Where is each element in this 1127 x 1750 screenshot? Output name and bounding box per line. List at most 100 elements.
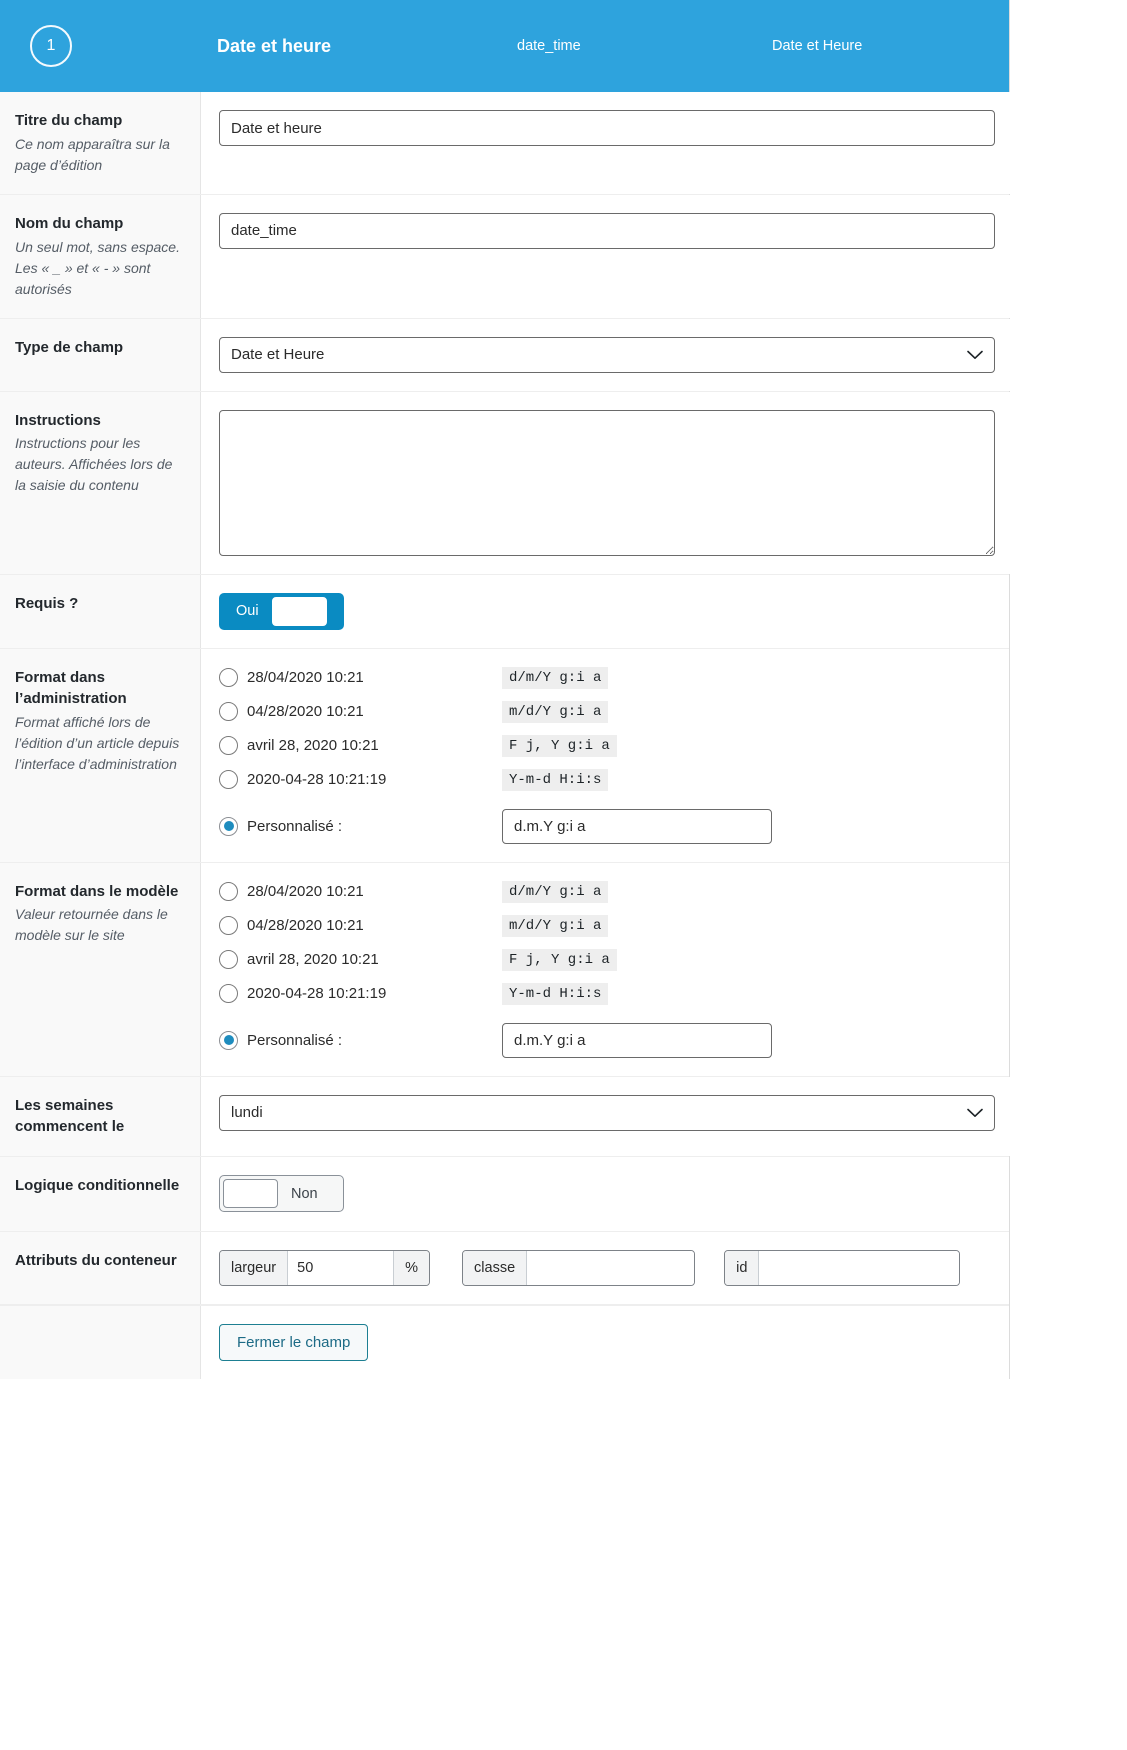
admin-format-description: Format affiché lors de l’édition d’un ar… xyxy=(15,714,180,772)
conditional-logic-toggle-label: Non xyxy=(291,1185,318,1202)
field-footer: Fermer le champ xyxy=(0,1305,1009,1379)
admin-format-radio-group: 28/04/2020 10:21 d/m/Y g:i a 04/28/2020 … xyxy=(219,666,993,844)
label-cell-admin-format: Format dans l’administration Format affi… xyxy=(0,648,201,862)
template-format-option[interactable]: 28/04/2020 10:21 d/m/Y g:i a xyxy=(219,880,993,903)
field-settings-page: 1 Date et heure date_time Date et Heure … xyxy=(0,0,1127,1750)
radio-selected-icon[interactable] xyxy=(219,1030,238,1050)
field-cell-field-type: Date et Heure xyxy=(201,318,1011,391)
admin-format-option[interactable]: avril 28, 2020 10:21 F j, Y g:i a xyxy=(219,734,993,757)
admin-format-custom-label: Personnalisé : xyxy=(247,817,343,835)
week-start-title: Les semaines commencent le xyxy=(15,1096,125,1136)
row-field-type: Type de champ Date et Heure xyxy=(0,318,1011,392)
template-format-option-label: avril 28, 2020 10:21 xyxy=(247,951,379,968)
template-format-option-label: 2020-04-28 10:21:19 xyxy=(247,985,387,1002)
admin-format-option-label: avril 28, 2020 10:21 xyxy=(247,737,379,754)
radio-icon[interactable] xyxy=(219,770,238,789)
required-title: Requis ? xyxy=(15,594,79,612)
row-instructions: Instructions Instructions pour les auteu… xyxy=(0,391,1011,575)
field-order-badge: 1 xyxy=(30,25,72,67)
field-header[interactable]: 1 Date et heure date_time Date et Heure xyxy=(0,0,1009,92)
admin-format-custom-input[interactable] xyxy=(502,808,772,844)
template-format-option[interactable]: 04/28/2020 10:21 m/d/Y g:i a xyxy=(219,914,993,937)
template-format-title: Format dans le modèle xyxy=(15,882,179,900)
wrapper-width-addon: largeur xyxy=(220,1251,289,1285)
required-toggle[interactable]: Oui xyxy=(219,592,344,630)
radio-icon[interactable] xyxy=(219,736,238,755)
wrapper-attributes-title: Attributs du conteneur xyxy=(15,1252,177,1269)
wrapper-id-group: id xyxy=(724,1250,961,1286)
template-format-option[interactable]: 2020-04-28 10:21:19 Y-m-d H:i:s xyxy=(219,982,993,1005)
field-name-title: Nom du champ xyxy=(15,214,124,232)
row-field-label: Titre du champ Ce nom apparaîtra sur la … xyxy=(0,92,1011,195)
label-cell-field-name: Nom du champ Un seul mot, sans espace. L… xyxy=(0,194,201,318)
wrapper-width-group: largeur % xyxy=(219,1250,431,1286)
field-header-type: Date et Heure xyxy=(772,38,863,54)
admin-format-option[interactable]: 2020-04-28 10:21:19 Y-m-d H:i:s xyxy=(219,768,993,791)
admin-format-option[interactable]: 28/04/2020 10:21 d/m/Y g:i a xyxy=(219,666,993,689)
radio-icon[interactable] xyxy=(219,984,238,1003)
label-cell-field-label: Titre du champ Ce nom apparaîtra sur la … xyxy=(0,92,201,194)
template-format-custom-label: Personnalisé : xyxy=(247,1031,343,1049)
row-template-format: Format dans le modèle Valeur retournée d… xyxy=(0,862,1009,1077)
wrapper-class-input[interactable] xyxy=(527,1251,695,1285)
label-cell-conditional-logic: Logique conditionnelle xyxy=(0,1157,201,1231)
admin-format-option-label: 2020-04-28 10:21:19 xyxy=(247,771,387,788)
field-settings-panel: 1 Date et heure date_time Date et Heure … xyxy=(0,0,1011,1379)
field-name-input[interactable] xyxy=(219,212,995,249)
radio-icon[interactable] xyxy=(219,916,238,935)
template-format-option[interactable]: avril 28, 2020 10:21 F j, Y g:i a xyxy=(219,948,993,971)
row-admin-format: Format dans l’administration Format affi… xyxy=(0,648,1009,863)
conditional-logic-toggle[interactable]: Non xyxy=(219,1175,344,1212)
field-header-name: date_time xyxy=(517,38,581,54)
template-format-option-label: 28/04/2020 10:21 xyxy=(247,883,364,900)
admin-format-option-label: 28/04/2020 10:21 xyxy=(247,669,364,686)
footer-label-cell xyxy=(0,1306,201,1379)
field-type-select[interactable]: Date et Heure xyxy=(219,336,995,373)
admin-format-option-code: m/d/Y g:i a xyxy=(502,700,609,723)
close-field-button[interactable]: Fermer le champ xyxy=(219,1324,369,1361)
field-cell-admin-format: 28/04/2020 10:21 d/m/Y g:i a 04/28/2020 … xyxy=(201,648,1009,862)
field-cell-field-label xyxy=(201,92,1011,194)
wrapper-id-addon: id xyxy=(725,1251,760,1285)
instructions-textarea[interactable] xyxy=(219,409,995,556)
footer-field-cell: Fermer le champ xyxy=(201,1306,1009,1379)
wrapper-class-addon: classe xyxy=(463,1251,528,1285)
field-label-description: Ce nom apparaîtra sur la page d’édition xyxy=(15,135,170,173)
radio-selected-icon[interactable] xyxy=(219,816,238,836)
admin-format-option-label: 04/28/2020 10:21 xyxy=(247,703,364,720)
template-format-option-code: F j, Y g:i a xyxy=(502,948,617,971)
wrapper-width-input[interactable] xyxy=(288,1251,394,1285)
field-cell-required: Oui xyxy=(201,574,1009,648)
week-start-select[interactable]: lundi xyxy=(219,1094,995,1131)
field-header-label: Date et heure xyxy=(217,35,332,56)
row-field-name: Nom du champ Un seul mot, sans espace. L… xyxy=(0,194,1011,319)
field-label-input[interactable] xyxy=(219,110,995,146)
field-cell-instructions xyxy=(201,391,1011,574)
field-name-description: Un seul mot, sans espace. Les « _ » et «… xyxy=(15,238,180,297)
radio-icon[interactable] xyxy=(219,668,238,687)
required-toggle-knob xyxy=(271,596,327,626)
conditional-logic-toggle-knob xyxy=(223,1179,278,1208)
radio-icon[interactable] xyxy=(219,702,238,721)
field-cell-wrapper-attributes: largeur % classe id xyxy=(201,1232,1009,1304)
row-wrapper-attributes: Attributs du conteneur largeur % classe … xyxy=(0,1232,1009,1305)
admin-format-custom-option[interactable]: Personnalisé : xyxy=(219,808,993,844)
template-format-option-code: d/m/Y g:i a xyxy=(502,880,609,903)
admin-format-option-code: Y-m-d H:i:s xyxy=(502,768,609,791)
field-cell-field-name xyxy=(201,194,1011,318)
radio-icon[interactable] xyxy=(219,882,238,901)
radio-icon[interactable] xyxy=(219,950,238,969)
admin-format-option[interactable]: 04/28/2020 10:21 m/d/Y g:i a xyxy=(219,700,993,723)
wrapper-width-unit-addon: % xyxy=(393,1251,430,1285)
field-type-title: Type de champ xyxy=(15,338,124,356)
instructions-title: Instructions xyxy=(15,411,101,429)
wrapper-class-group: classe xyxy=(462,1250,696,1286)
template-format-custom-input[interactable] xyxy=(502,1022,772,1058)
template-format-option-label: 04/28/2020 10:21 xyxy=(247,917,364,934)
label-cell-field-type: Type de champ xyxy=(0,318,201,391)
wrapper-id-input[interactable] xyxy=(759,1251,960,1285)
conditional-logic-title: Logique conditionnelle xyxy=(15,1177,180,1194)
template-format-custom-option[interactable]: Personnalisé : xyxy=(219,1022,993,1058)
field-label-title: Titre du champ xyxy=(15,112,123,129)
template-format-description: Valeur retournée dans le modèle sur le s… xyxy=(15,906,168,944)
